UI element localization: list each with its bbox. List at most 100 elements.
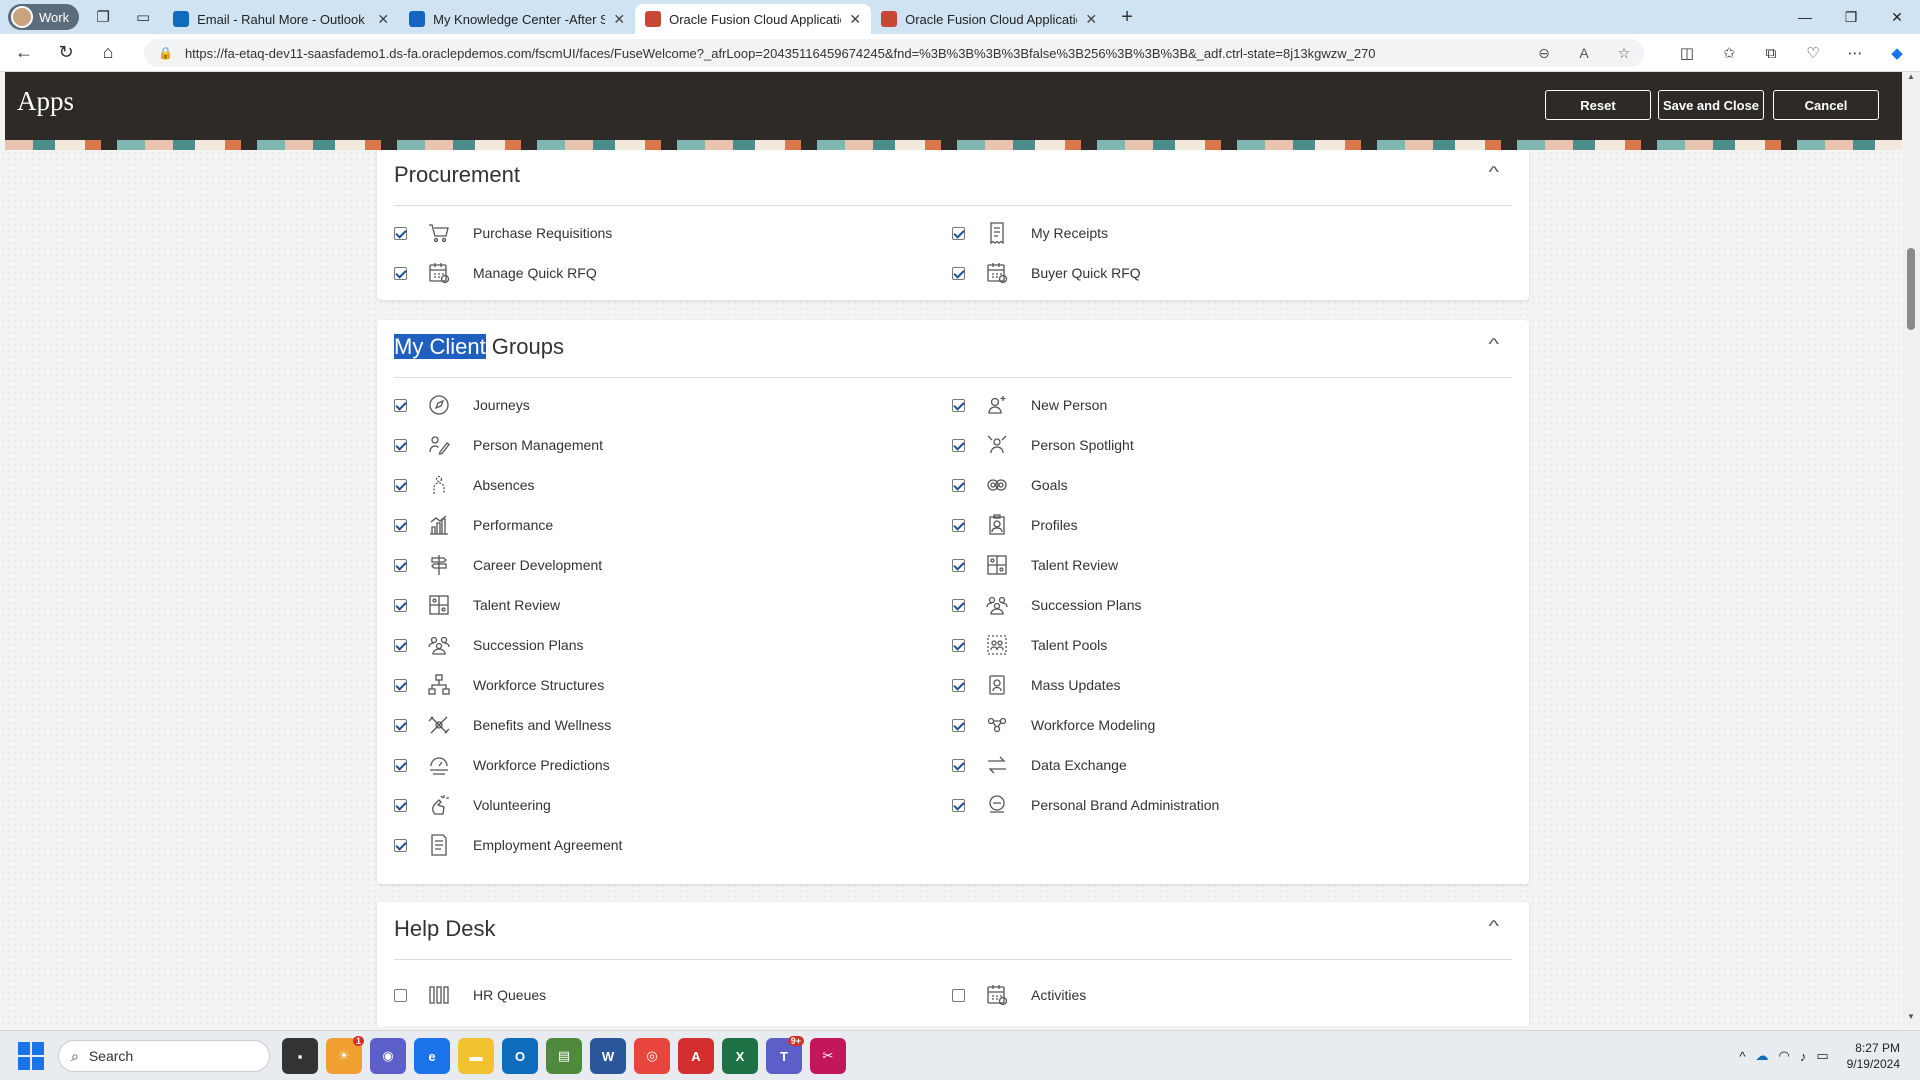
app-visibility-checkbox[interactable]: [952, 266, 965, 280]
app-visibility-checkbox[interactable]: [952, 558, 965, 572]
new-tab-button[interactable]: +: [1113, 3, 1141, 31]
excel-icon[interactable]: X: [722, 1038, 758, 1074]
edge-icon[interactable]: e: [414, 1038, 450, 1074]
file-explorer-icon[interactable]: ▬: [458, 1038, 494, 1074]
app-visibility-checkbox[interactable]: [394, 478, 407, 492]
wifi-icon[interactable]: ◠: [1778, 1048, 1789, 1064]
scroll-up-icon[interactable]: ▲: [1902, 72, 1920, 86]
browser-tab-1[interactable]: Email - Rahul More - Outlook ✕: [163, 4, 399, 34]
scroll-thumb[interactable]: [1907, 248, 1915, 330]
back-icon[interactable]: ←: [6, 37, 42, 69]
app-visibility-checkbox[interactable]: [394, 718, 407, 732]
browser-tab-4[interactable]: Oracle Fusion Cloud Applications ✕: [871, 4, 1107, 34]
app-list-item: Journeys: [394, 392, 530, 418]
person-edit-icon: [427, 433, 451, 457]
volunteer-icon: [427, 793, 451, 817]
acrobat-icon[interactable]: A: [678, 1038, 714, 1074]
app-visibility-checkbox[interactable]: [394, 678, 407, 692]
clock[interactable]: 8:27 PM 9/19/2024: [1847, 1040, 1900, 1072]
app-visibility-checkbox[interactable]: [952, 798, 965, 812]
url-field[interactable]: 🔒 https://fa-etaq-dev11-saasfademo1.ds-f…: [144, 39, 1644, 67]
app-label: Workforce Modeling: [1031, 717, 1156, 733]
app-visibility-checkbox[interactable]: [952, 478, 965, 492]
scroll-down-icon[interactable]: ▼: [1902, 1012, 1920, 1026]
volume-icon[interactable]: ♪: [1800, 1049, 1807, 1064]
cancel-button[interactable]: Cancel: [1773, 90, 1879, 120]
browser-tab-3[interactable]: Oracle Fusion Cloud Applications ✕: [635, 4, 872, 34]
restore-icon[interactable]: ❐: [1828, 0, 1874, 34]
app-visibility-checkbox[interactable]: [952, 226, 965, 240]
app-visibility-checkbox[interactable]: [394, 558, 407, 572]
url-text[interactable]: https://fa-etaq-dev11-saasfademo1.ds-fa.…: [185, 46, 1524, 61]
favorite-star-icon[interactable]: ☆: [1604, 45, 1644, 62]
app-visibility-checkbox[interactable]: [394, 838, 407, 852]
tray-chevron-icon[interactable]: ^: [1739, 1049, 1745, 1064]
app-label: Profiles: [1031, 517, 1078, 533]
save-and-close-button[interactable]: Save and Close: [1658, 90, 1764, 120]
teams-icon[interactable]: T 9+: [766, 1036, 804, 1074]
app-visibility-checkbox[interactable]: [394, 518, 407, 532]
app-visibility-checkbox[interactable]: [952, 718, 965, 732]
app-visibility-checkbox[interactable]: [394, 798, 407, 812]
profile-button[interactable]: Work: [8, 4, 80, 30]
app-visibility-checkbox[interactable]: [394, 638, 407, 652]
reset-button[interactable]: Reset: [1545, 90, 1651, 120]
app-visibility-checkbox[interactable]: [394, 758, 407, 772]
app-visibility-checkbox[interactable]: [952, 398, 965, 412]
minimize-icon[interactable]: —: [1782, 0, 1828, 34]
browser-tab-2[interactable]: My Knowledge Center -After SE G ✕: [399, 4, 635, 34]
app-visibility-checkbox[interactable]: [952, 758, 965, 772]
copilot-icon[interactable]: ◆: [1880, 38, 1914, 68]
chrome-icon[interactable]: ◎: [634, 1038, 670, 1074]
outlook-icon[interactable]: O: [502, 1038, 538, 1074]
app-visibility-checkbox[interactable]: [952, 988, 965, 1002]
refresh-icon[interactable]: ↻: [48, 37, 84, 69]
workspaces-icon[interactable]: ❐: [87, 3, 119, 31]
app-visibility-checkbox[interactable]: [394, 598, 407, 612]
collapse-chevron-icon[interactable]: ^: [1489, 918, 1500, 936]
close-window-icon[interactable]: ✕: [1874, 0, 1920, 34]
onedrive-icon[interactable]: ☁: [1755, 1048, 1768, 1064]
section-help-desk: Help Desk ^ HR Queues Activities: [377, 902, 1529, 1026]
snipping-tool-icon[interactable]: ✂: [810, 1038, 846, 1074]
app-visibility-checkbox[interactable]: [394, 438, 407, 452]
tab-actions-icon[interactable]: ▭: [127, 3, 159, 31]
close-tab-icon[interactable]: ✕: [1085, 11, 1097, 28]
task-view-icon[interactable]: ▪: [282, 1038, 318, 1074]
project-icon[interactable]: ▤: [546, 1038, 582, 1074]
teams-chat-icon[interactable]: ◉: [370, 1038, 406, 1074]
app-visibility-checkbox[interactable]: [952, 678, 965, 692]
app-visibility-checkbox[interactable]: [394, 226, 407, 240]
read-aloud-icon[interactable]: A: [1564, 45, 1604, 61]
close-tab-icon[interactable]: ✕: [849, 11, 861, 28]
zoom-icon[interactable]: ⊖: [1524, 45, 1564, 62]
collapse-chevron-icon[interactable]: ^: [1489, 164, 1500, 182]
section-header: Procurement ^: [394, 150, 1512, 206]
app-visibility-checkbox[interactable]: [394, 398, 407, 412]
app-visibility-checkbox[interactable]: [394, 266, 407, 280]
browser-essentials-icon[interactable]: ♡: [1796, 38, 1830, 68]
page-title: Apps: [17, 86, 75, 116]
start-button[interactable]: [18, 1041, 46, 1070]
close-tab-icon[interactable]: ✕: [613, 11, 625, 28]
favorites-icon[interactable]: ✩: [1712, 38, 1746, 68]
app-label: HR Queues: [473, 987, 547, 1003]
calendar-icon: [985, 261, 1009, 285]
tab-favicon-icon: [409, 11, 426, 27]
word-icon[interactable]: W: [590, 1038, 626, 1074]
split-screen-icon[interactable]: ◫: [1670, 38, 1704, 68]
taskbar-search[interactable]: ⌕ Search: [58, 1040, 270, 1072]
app-visibility-checkbox[interactable]: [394, 988, 407, 1002]
page-scrollbar[interactable]: ▲ ▼: [1902, 72, 1920, 1026]
collapse-chevron-icon[interactable]: ^: [1489, 336, 1500, 354]
more-icon[interactable]: ⋯: [1838, 38, 1872, 68]
app-visibility-checkbox[interactable]: [952, 638, 965, 652]
close-tab-icon[interactable]: ✕: [377, 11, 389, 28]
widgets-icon[interactable]: ☀ 1: [326, 1036, 364, 1074]
home-icon[interactable]: ⌂: [90, 37, 126, 69]
battery-icon[interactable]: ▭: [1816, 1048, 1828, 1064]
collections-icon[interactable]: ⧉: [1754, 38, 1788, 68]
app-visibility-checkbox[interactable]: [952, 518, 965, 532]
app-visibility-checkbox[interactable]: [952, 438, 965, 452]
app-visibility-checkbox[interactable]: [952, 598, 965, 612]
